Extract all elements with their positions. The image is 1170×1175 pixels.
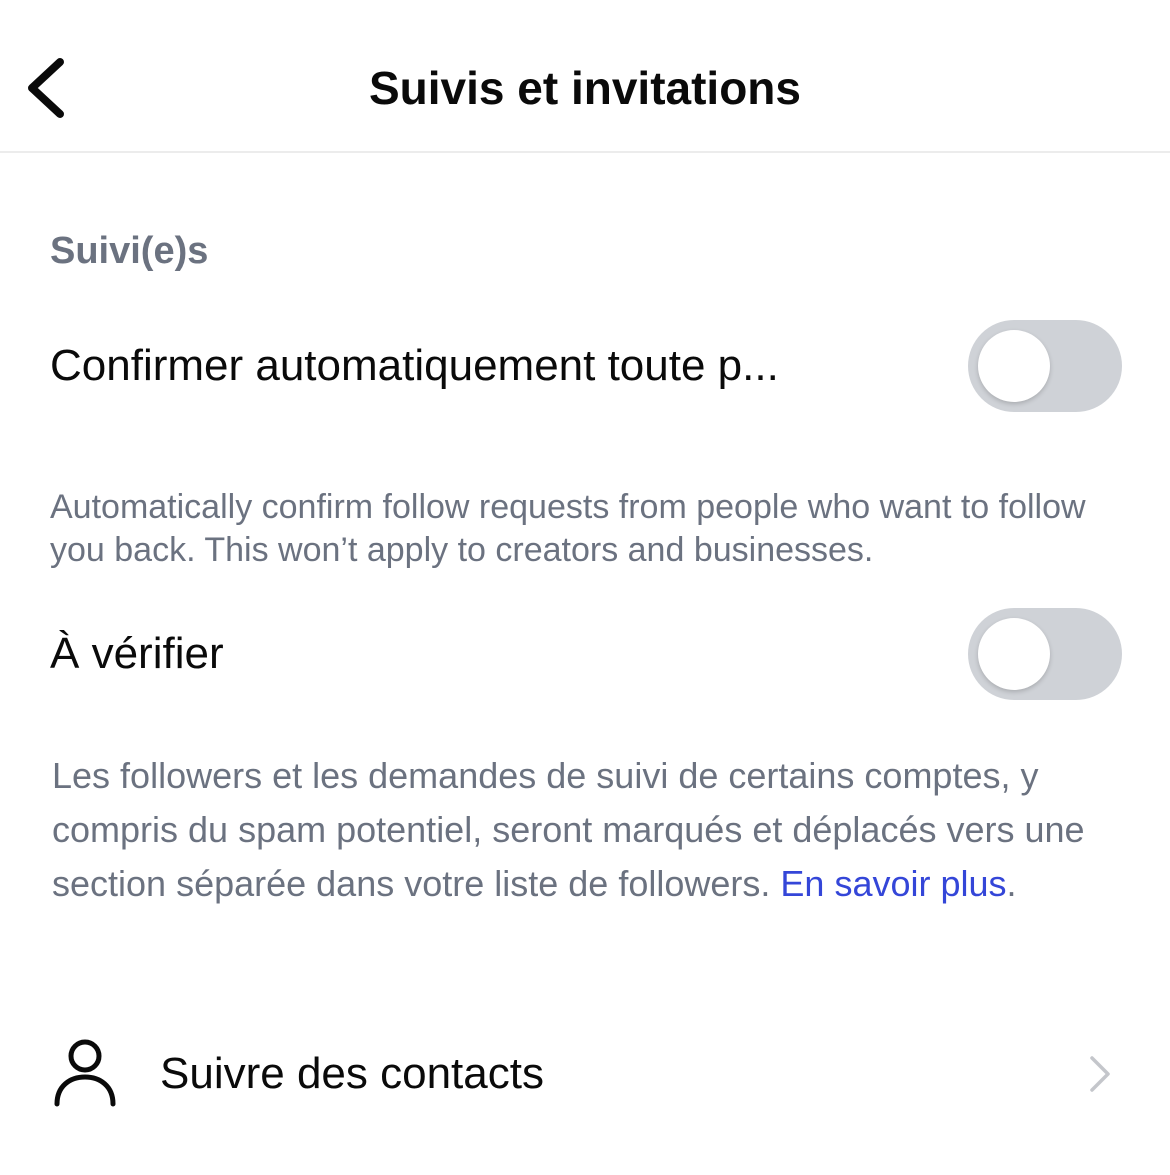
review-description-period: . <box>1006 863 1017 904</box>
section-title: Suivi(e)s <box>50 230 209 272</box>
page-title: Suivis et invitations <box>369 62 801 114</box>
follow-contacts-label: Suivre des contacts <box>160 1049 544 1098</box>
auto-confirm-label: Confirmer automatiquement toute p... <box>50 341 779 390</box>
auto-confirm-description: Automatically confirm follow requests fr… <box>50 488 1086 569</box>
auto-confirm-toggle[interactable] <box>968 320 1122 412</box>
review-toggle[interactable] <box>968 608 1122 700</box>
review-description: Les followers et les demandes de suivi d… <box>52 749 1142 911</box>
person-icon <box>54 1039 116 1107</box>
chevron-right-icon <box>1090 1056 1110 1092</box>
follow-contacts-row[interactable]: Suivre des contacts <box>0 1020 1170 1130</box>
toggle-knob <box>978 618 1050 690</box>
learn-more-link[interactable]: En savoir plus <box>780 863 1006 904</box>
review-label: À vérifier <box>50 629 224 678</box>
top-bar: Suivis et invitations <box>0 0 1170 153</box>
toggle-knob <box>978 330 1050 402</box>
